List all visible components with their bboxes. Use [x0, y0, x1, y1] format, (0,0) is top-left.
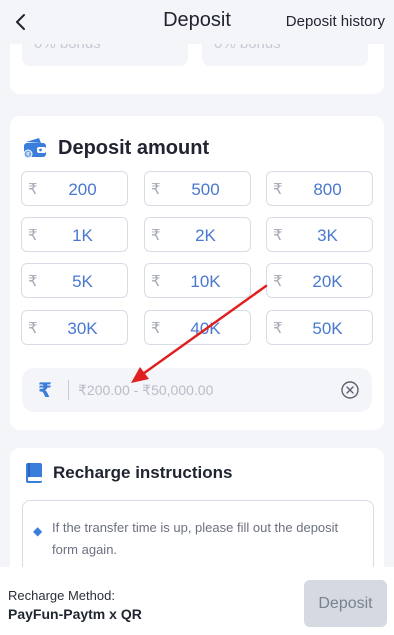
amount-value: 500 — [191, 180, 220, 199]
deposit-amount-header: ₹ Deposit amount — [22, 134, 209, 162]
deposit-amount-title: Deposit amount — [58, 136, 210, 159]
recharge-method-label: Recharge Method: — [8, 588, 115, 603]
recharge-instructions-header: Recharge instructions — [24, 460, 233, 486]
amount-input[interactable] — [78, 376, 328, 404]
rupee-icon: ₹ — [28, 227, 38, 244]
input-divider — [68, 380, 69, 400]
amount-option-50k[interactable]: ₹ 50K — [266, 310, 373, 345]
amount-option-500[interactable]: ₹ 500 — [144, 171, 251, 206]
amount-option-20k[interactable]: ₹ 20K — [266, 263, 373, 298]
amount-value: 30K — [67, 319, 98, 338]
amount-option-30k[interactable]: ₹ 30K — [21, 310, 128, 345]
amount-value: 800 — [313, 180, 342, 199]
rupee-icon: ₹ — [28, 320, 38, 337]
amount-option-2k[interactable]: ₹ 2K — [144, 217, 251, 252]
amount-option-10k[interactable]: ₹ 10K — [144, 263, 251, 298]
amount-option-1k[interactable]: ₹ 1K — [21, 217, 128, 252]
amount-value: 5K — [72, 272, 93, 291]
close-circle-icon — [341, 381, 359, 399]
amount-value: 40K — [190, 319, 221, 338]
book-icon — [26, 463, 42, 483]
rupee-icon: ₹ — [28, 181, 38, 198]
rupee-icon: ₹ — [273, 320, 283, 337]
rupee-icon: ₹ — [151, 320, 161, 337]
rupee-icon: ₹ — [151, 227, 161, 244]
amount-option-200[interactable]: ₹ 200 — [21, 171, 128, 206]
amount-option-40k[interactable]: ₹ 40K — [144, 310, 251, 345]
amount-option-800[interactable]: ₹ 800 — [266, 171, 373, 206]
clear-input-button[interactable] — [340, 380, 360, 400]
amount-value: 3K — [317, 226, 338, 245]
amount-value: 200 — [68, 180, 97, 199]
rupee-icon: ₹ — [28, 273, 38, 290]
deposit-button[interactable]: Deposit — [304, 580, 387, 627]
amount-option-3k[interactable]: ₹ 3K — [266, 217, 373, 252]
rupee-icon: ₹ — [151, 181, 161, 198]
amount-input-box: ₹ — [22, 368, 372, 412]
recharge-method-value: PayFun-Paytm x QR — [8, 606, 142, 622]
instruction-item: If the transfer time is up, please fill … — [52, 520, 339, 557]
amount-option-5k[interactable]: ₹ 5K — [21, 263, 128, 298]
diamond-bullet-icon: ◆ — [33, 524, 43, 538]
rupee-icon: ₹ — [151, 273, 161, 290]
bottom-bar: Recharge Method: PayFun-Paytm x QR Depos… — [0, 567, 394, 635]
rupee-icon: ₹ — [273, 181, 283, 198]
rupee-icon: ₹ — [38, 380, 52, 402]
amount-value: 20K — [312, 272, 343, 291]
deposit-history-link[interactable]: Deposit history — [286, 13, 385, 30]
recharge-instructions-title: Recharge instructions — [53, 463, 233, 482]
rupee-icon: ₹ — [273, 273, 283, 290]
amount-value: 2K — [195, 226, 216, 245]
amount-value: 10K — [190, 272, 221, 291]
rupee-icon: ₹ — [273, 227, 283, 244]
amount-value: 1K — [72, 226, 93, 245]
app-header: Deposit Deposit history — [0, 0, 394, 44]
deposit-amount-card: ₹ Deposit amount ₹ 200 ₹ 500 ₹ 800 ₹ 1K … — [10, 116, 384, 430]
svg-text:₹: ₹ — [26, 151, 30, 158]
amount-value: 50K — [312, 319, 343, 338]
wallet-icon: ₹ — [23, 138, 46, 159]
